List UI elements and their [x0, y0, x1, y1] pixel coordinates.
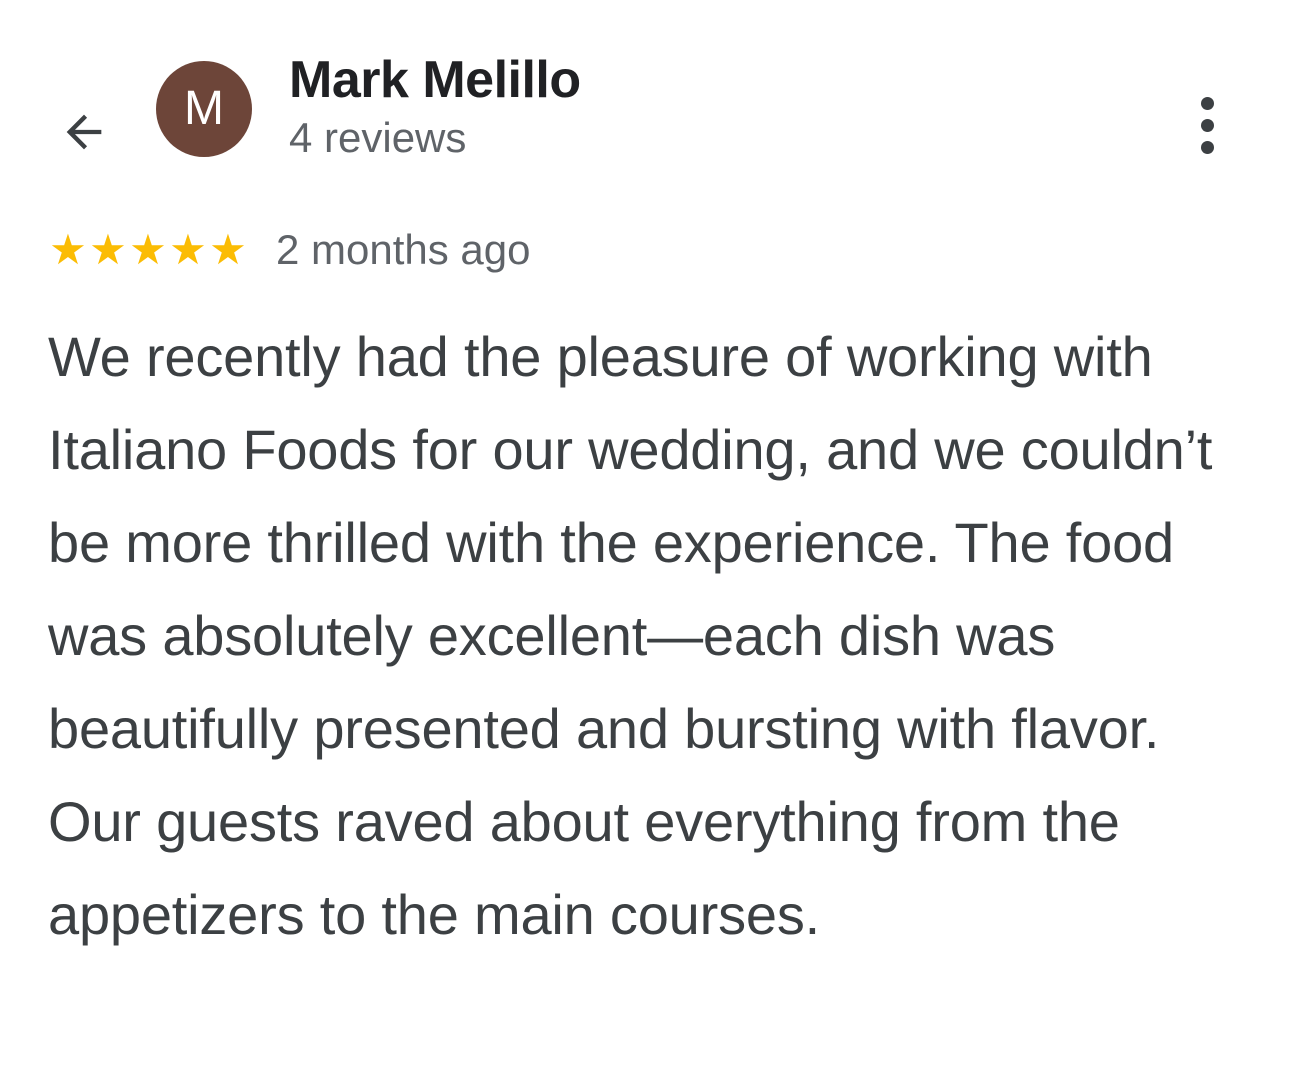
review-text: We recently had the pleasure of working …	[48, 325, 1213, 946]
star-icon: ★	[49, 226, 87, 273]
star-icon: ★	[89, 226, 127, 273]
review-header: M Mark Melillo 4 reviews	[0, 0, 1290, 200]
rating-row: ★ ★ ★ ★ ★ 2 months ago	[48, 222, 531, 278]
avatar[interactable]: M	[156, 61, 252, 157]
avatar-initial: M	[184, 82, 224, 135]
more-vert-icon-dot	[1200, 118, 1214, 132]
back-button[interactable]	[52, 100, 116, 164]
star-rating: ★ ★ ★ ★ ★	[48, 229, 248, 271]
review-date: 2 months ago	[276, 226, 531, 273]
arrow-left-icon	[66, 114, 102, 150]
star-icon: ★	[169, 226, 207, 273]
reviewer-review-count: 4 reviews	[289, 114, 467, 161]
more-options-button[interactable]	[1182, 92, 1232, 158]
more-vert-icon-dot	[1200, 140, 1214, 154]
reviewer-name[interactable]: Mark Melillo	[289, 50, 581, 110]
star-icon: ★	[209, 226, 247, 273]
more-vert-icon	[1200, 96, 1214, 110]
star-icon: ★	[129, 226, 167, 273]
